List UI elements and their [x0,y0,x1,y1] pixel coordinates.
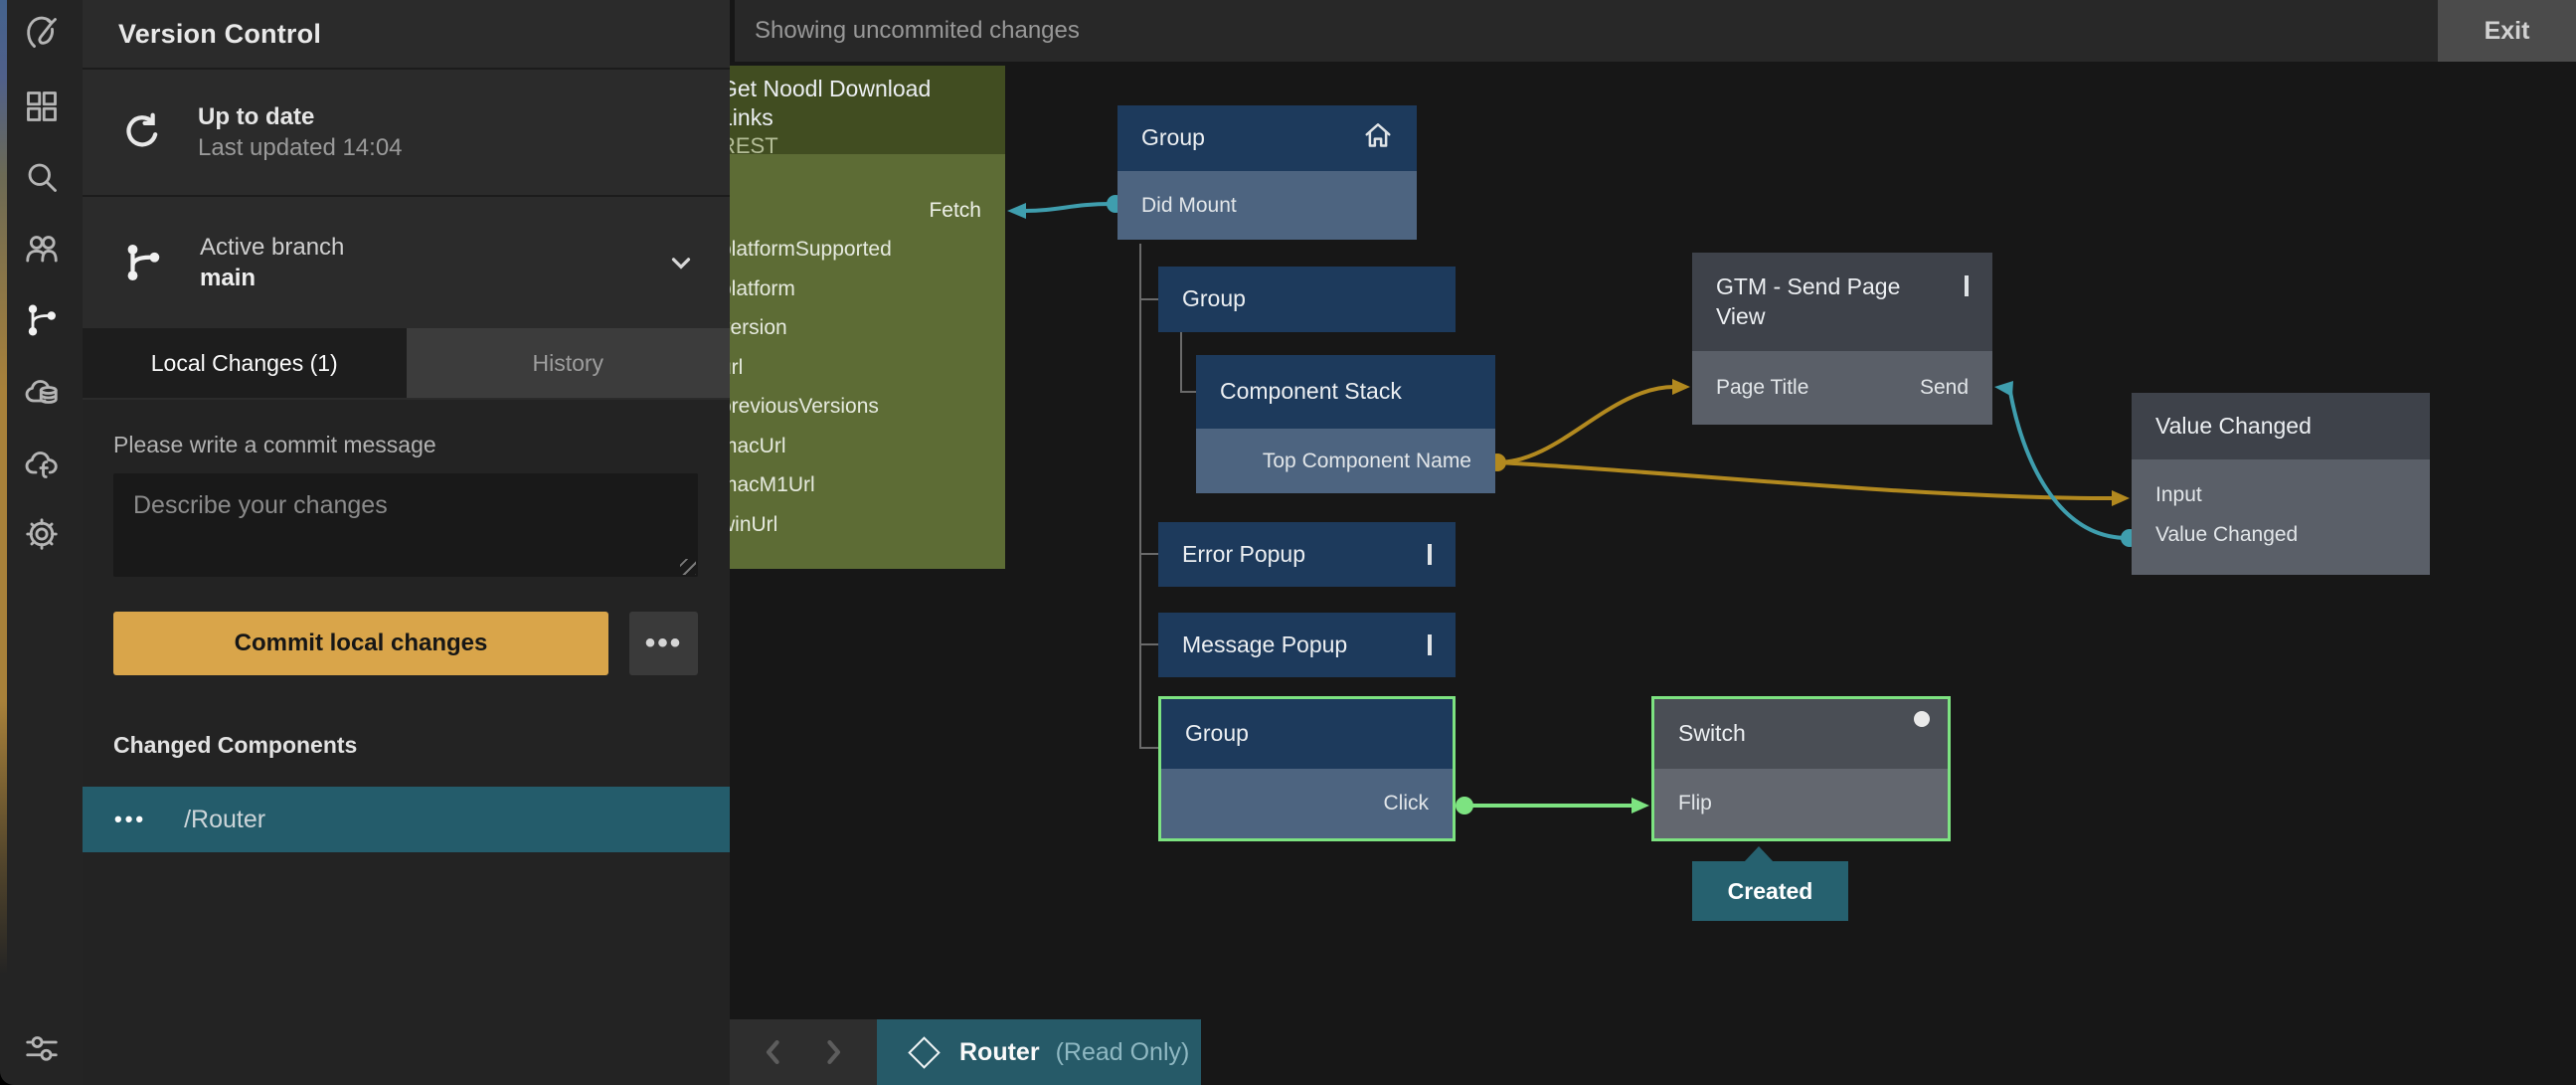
badge-label: Created [1728,878,1813,905]
port-top-component-name[interactable]: Top Component Name [1196,429,1495,493]
local-changes-content: Please write a commit message Commit loc… [83,400,730,1085]
git-branch-icon[interactable] [23,301,61,339]
sync-status-row[interactable]: Up to date Last updated 14:04 [83,70,730,197]
port-output[interactable]: macUrl [730,427,1005,466]
node-title: Get Noodl Download Links [730,75,981,133]
port-click[interactable]: Click [1161,769,1453,838]
node-group-selected[interactable]: Group Click [1158,696,1456,841]
panel-title: Version Control [118,19,321,50]
port-output[interactable]: version [730,309,1005,349]
port-send[interactable]: Send [1920,376,1969,400]
commit-message-prompt: Please write a commit message [113,432,436,458]
changed-component-name: /Router [184,806,265,834]
component-diamond-icon [1965,277,1969,295]
node-component-stack[interactable]: Component Stack Top Component Name [1196,355,1495,493]
node-title: Group [1141,123,1205,152]
home-icon [1363,121,1393,156]
grid-icon[interactable] [23,88,61,125]
topbar: Showing uncommited changes Exit [730,0,2576,62]
component-tab-readonly: (Read Only) [1056,1038,1190,1067]
people-icon[interactable] [23,230,61,268]
branch-icon [122,242,164,283]
node-switch[interactable]: Switch Flip [1651,696,1951,841]
node-group-root[interactable]: Group Did Mount [1117,105,1417,240]
chevron-down-icon[interactable] [666,248,696,277]
node-title: Value Changed [2155,412,2312,441]
node-title: Component Stack [1220,377,1402,406]
settings-gear-icon[interactable] [23,515,61,553]
component-menu-dots-icon[interactable]: ••• [114,807,146,832]
port-did-mount[interactable]: Did Mount [1117,171,1417,240]
noodl-logo-icon[interactable] [23,14,61,52]
branch-label: Active branch [200,232,344,263]
component-nav [730,1019,877,1085]
refresh-icon[interactable] [120,110,164,154]
exit-button[interactable]: Exit [2438,0,2576,62]
badge-pointer [1744,846,1774,862]
component-tab-router[interactable]: Router (Read Only) [877,1019,1201,1085]
port-output[interactable]: platform [730,270,1005,309]
version-control-panel: Version Control Up to date Last updated … [83,0,730,1085]
port-input[interactable]: Input [2132,475,2430,515]
cloud-database-icon[interactable] [23,373,61,411]
component-diamond-icon [1428,636,1432,654]
sidebar [0,0,83,1085]
node-title: GTM - Send Page View [1716,272,1933,331]
changed-components-heading: Changed Components [113,732,357,759]
node-title: Error Popup [1182,540,1305,569]
active-branch-row[interactable]: Active branch main [83,197,730,328]
node-group-child[interactable]: Group [1158,267,1456,332]
commit-button[interactable]: Commit local changes [113,612,608,675]
chevron-left-icon[interactable] [757,1035,790,1069]
chevron-right-icon[interactable] [816,1035,850,1069]
port-output[interactable]: macM1Url [730,466,1005,506]
branch-name: main [200,263,344,293]
port-page-title[interactable]: Page Title [1716,376,1808,400]
node-subtitle: REST [730,133,778,159]
node-value-changed[interactable]: Value Changed Input Value Changed [2132,393,2430,575]
component-diamond-icon [908,1036,941,1069]
node-rest[interactable]: Get Noodl Download Links REST Fetch plat… [730,66,1005,569]
port-output[interactable]: platformSupported [730,231,1005,271]
sync-last-updated: Last updated 14:04 [198,132,403,163]
sliders-icon[interactable] [23,1029,61,1067]
tab-history[interactable]: History [407,328,731,398]
node-title: Switch [1678,719,1746,748]
noodl-editor-window: Version Control Up to date Last updated … [0,0,2576,1085]
changed-component-row[interactable]: ••• /Router [83,787,730,852]
node-title: Group [1185,719,1249,748]
node-graph-canvas[interactable]: Get Noodl Download Links REST Fetch plat… [730,62,2576,1085]
topbar-status-text: Showing uncommited changes [755,17,1080,45]
port-output[interactable]: previousVersions [730,388,1005,428]
node-title: Group [1182,284,1246,313]
node-error-popup[interactable]: Error Popup [1158,522,1456,587]
node-title: Message Popup [1182,631,1347,659]
more-options-button[interactable]: ••• [629,612,698,675]
commit-message-input[interactable] [113,473,698,577]
sync-status: Up to date [198,101,403,132]
node-gtm-send-page-view[interactable]: GTM - Send Page View Page Title Send [1692,253,1992,425]
port-flip[interactable]: Flip [1654,769,1948,838]
node-message-popup[interactable]: Message Popup [1158,613,1456,677]
port-output[interactable]: url [730,348,1005,388]
port-fetch[interactable]: Fetch [730,191,1005,231]
search-icon[interactable] [23,158,61,196]
bottombar: Router (Read Only) [730,1019,1201,1085]
changed-indicator-dot [1914,711,1930,727]
component-diamond-icon [1428,546,1432,564]
panel-header: Version Control [83,0,730,70]
cloud-functions-icon[interactable] [23,445,61,482]
port-output[interactable]: winUrl [730,505,1005,545]
panel-tabs: Local Changes (1) History [83,328,730,398]
tab-local-changes[interactable]: Local Changes (1) [83,328,407,398]
port-value-changed[interactable]: Value Changed [2132,515,2430,555]
window-edge-stripe [0,0,7,975]
created-badge: Created [1692,861,1848,921]
component-tab-name: Router [959,1038,1040,1067]
